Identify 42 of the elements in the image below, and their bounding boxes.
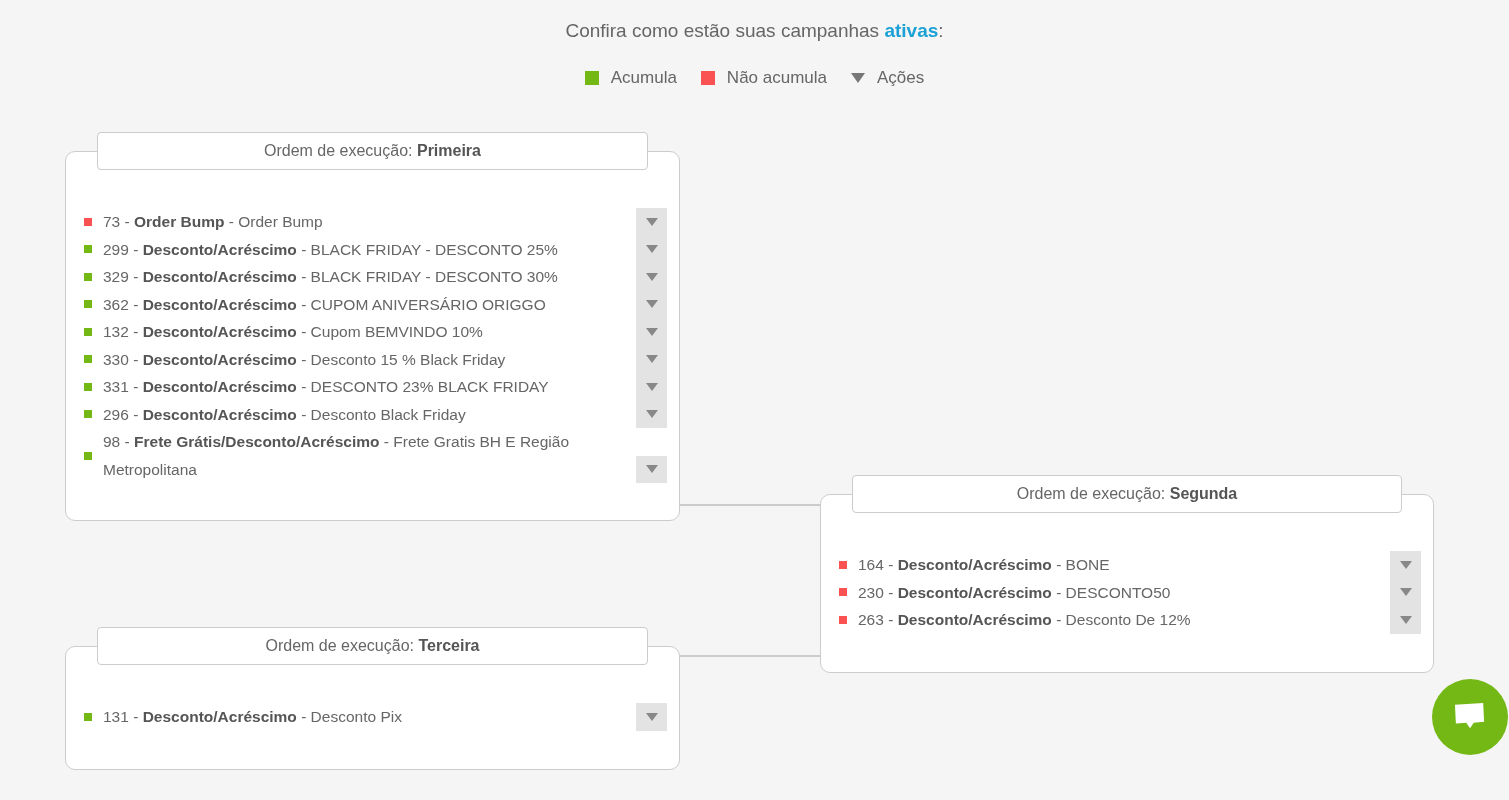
caret-icon [1399,615,1412,624]
actions-button[interactable] [1390,551,1421,579]
caret-icon [645,382,658,391]
legend-swatch [584,71,599,85]
campaign-text: 329 - Desconto/Acréscimo - BLACK FRIDAY - DESCONTO 30% [103,267,559,287]
campaign-text: 164 - Desconto/Acréscimo - BONE [858,555,1111,575]
caret-icon [645,355,658,364]
legend-label: Acumula [610,68,677,88]
campaign-text: 98 - Frete Grátis/Desconto/Acréscimo - Frete Gratis BH E Região Metropolitana [103,432,571,480]
campaign-text: 131 - Desconto/Acréscimo - Desconto Pix [103,707,403,727]
actions-button[interactable] [636,208,667,236]
campaign-text: 263 - Desconto/Acréscimo - Desconto De 12% [858,610,1192,630]
campaign-text: 362 - Desconto/Acréscimo - CUPOM ANIVERSÁRIO ORIGGO [103,294,547,315]
card-title: Ordem de execução: Terceira [97,627,648,665]
triangle-icon [851,73,866,83]
caret-icon [1399,560,1412,569]
actions-button[interactable] [636,703,667,731]
card-title: Ordem de execução: Primeira [97,132,648,170]
caret-icon [645,712,658,721]
card-title: Ordem de execução: Segunda [852,475,1402,513]
legend-swatch [700,71,715,85]
legend-label: Não acumula [726,68,828,88]
campaign-text: 296 - Desconto/Acréscimo - Desconto Black Friday [103,404,467,425]
heading: Confira como estão suas campanhas ativas: [564,19,945,43]
legend-label: Ações [877,68,925,88]
actions-button[interactable] [636,400,667,428]
actions-button[interactable] [636,455,667,483]
campaign-text: 132 - Desconto/Acréscimo - Cupom BEMVINDO 10% [103,322,484,342]
caret-icon [645,272,658,281]
caret-icon [645,300,658,309]
campaign-text: 73 - Order Bump - Order Bump [103,212,324,232]
caret-icon [645,245,658,254]
caret-icon [645,217,658,226]
campaign-text: 230 - Desconto/Acréscimo - DESCONTO50 [858,582,1172,603]
caret-icon [645,465,658,474]
campaign-text: 299 - Desconto/Acréscimo - BLACK FRIDAY - DESCONTO 25% [103,239,559,260]
actions-button[interactable] [1390,606,1421,634]
campaign-text: 330 - Desconto/Acréscimo - Desconto 15 % Black Friday [103,349,507,370]
caret-icon [645,410,658,419]
caret-icon [1399,588,1412,597]
caret-icon [645,327,658,336]
campaign-text: 331 - Desconto/Acréscimo - DESCONTO 23% BLACK FRIDAY [103,377,550,397]
